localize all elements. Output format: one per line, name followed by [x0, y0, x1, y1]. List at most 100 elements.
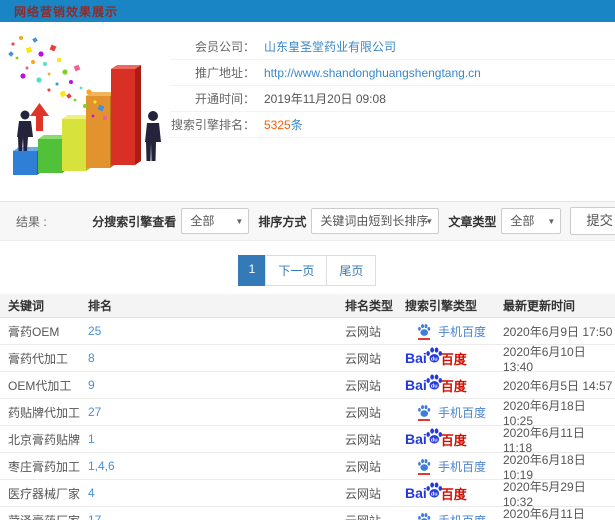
- businessman-right: [145, 111, 161, 161]
- baidu-paw-icon: [418, 323, 431, 336]
- baidu-latin-text: Bai: [405, 431, 427, 447]
- table-row: 枣庄膏药加工 1,4,6 云网站 手机百度 2020年6月18日 10:19: [0, 453, 615, 482]
- baidu-cn-text: 百度: [440, 432, 467, 448]
- rank-link[interactable]: 1: [88, 432, 95, 446]
- baidu-paw-icon: [418, 458, 431, 471]
- updated-cell: 2020年6月9日 17:50: [503, 324, 613, 339]
- sort-select[interactable]: 关键词由短到长排序 ▼: [311, 208, 440, 234]
- mobile-baidu-icon: [417, 458, 432, 475]
- rank-link[interactable]: 25: [88, 324, 101, 338]
- updated-cell: 2020年6月5日 14:57: [503, 378, 613, 393]
- table-body: 膏药OEM 25 云网站 手机百度 2020年6月9日 17:50 膏药代加工 8 云网站 Ba…: [0, 318, 615, 520]
- keyword-cell: 菏泽膏药厂家: [0, 512, 88, 520]
- column-header: 排名: [88, 299, 113, 313]
- mobile-baidu-logo: 手机百度: [417, 404, 486, 421]
- mobile-baidu-text: 手机百度: [438, 459, 487, 474]
- info-label: 搜索引擎排名：: [170, 118, 255, 132]
- mobile-baidu-text: 手机百度: [438, 324, 487, 339]
- keyword-cell: 北京膏药贴牌: [8, 432, 81, 447]
- mobile-baidu-text: 手机百度: [438, 512, 486, 520]
- rank-type-cell: 云网站: [345, 351, 382, 366]
- table-row: 药贴牌代加工 27 云网站 手机百度 2020年6月18日 10:25: [0, 399, 615, 428]
- engine-select[interactable]: 全部 ▼: [181, 208, 250, 234]
- table-row: 医疗器械厂家 4 云网站 Bai du 百度 2020年5月29日 10:32: [0, 480, 615, 509]
- results-table: 关键词 排名 排名类型 搜索引擎类型 最新更新时间 膏药OEM 25 云网站 手机百度 2020…: [0, 294, 615, 520]
- svg-text:du: du: [431, 383, 438, 389]
- mobile-baidu-logo: 手机百度: [417, 458, 486, 475]
- rank-type-cell: 云网站: [345, 432, 382, 447]
- column-header: 关键词: [8, 299, 45, 313]
- rank-type-cell: 云网站: [345, 405, 382, 420]
- rank-type-cell: 云网站: [345, 486, 382, 501]
- table-row: 膏药代加工 8 云网站 Bai du 百度 2020年6月10日 13:40: [0, 344, 615, 374]
- svg-text:du: du: [431, 437, 438, 443]
- chevron-down-icon: ▼: [235, 217, 244, 226]
- rank-count: 5325: [264, 118, 291, 132]
- rank-count-unit: 条: [290, 118, 303, 132]
- page-current[interactable]: 1: [237, 255, 267, 286]
- rank-cell: 17: [88, 513, 345, 520]
- baidu-cn-text: 百度: [440, 378, 467, 394]
- chevron-down-icon: ▼: [425, 217, 434, 226]
- keyword-cell: 膏药OEM: [8, 324, 60, 339]
- table-row: 膏药OEM 25 云网站 手机百度 2020年6月9日 17:50: [0, 318, 615, 345]
- rank-link[interactable]: 17: [88, 513, 101, 520]
- page-next[interactable]: 下一页: [265, 255, 328, 286]
- result-label: 结果 :: [16, 214, 47, 229]
- info-label: 推广地址：: [194, 66, 255, 80]
- baidu-cn-text: 百度: [440, 486, 467, 502]
- rank-type-cell: 云网站: [345, 324, 382, 339]
- filter-bar: 结果 : 分搜索引擎查看 全部 ▼ 排序方式 关键词由短到长排序 ▼ 文章类型 全部…: [0, 201, 615, 241]
- baidu-logo: Bai du 百度: [405, 482, 467, 503]
- info-row: 开通时间： 2019年11月20日 09:08: [170, 86, 615, 112]
- keyword-cell: 膏药代加工: [8, 351, 69, 366]
- article-select[interactable]: 全部 ▼: [501, 208, 562, 234]
- engine-cell: Bai du 百度: [405, 428, 503, 449]
- engine-cell: Bai du 百度: [405, 482, 503, 503]
- svg-text:du: du: [431, 356, 438, 362]
- businessman-left: [17, 110, 33, 151]
- info-panel: 会员公司： 山东皇圣堂药业有限公司 推广地址： http://www.shandong…: [170, 30, 615, 188]
- table-row: 菏泽膏药厂家17 云网站 手机百度 2020年6月11日 11:40: [0, 507, 615, 520]
- info-row: 搜索引擎排名： 5325条: [170, 112, 615, 138]
- keyword-cell: 枣庄膏药加工: [8, 459, 81, 474]
- rank-link[interactable]: 1,4,6: [88, 459, 115, 473]
- info-link[interactable]: http://www.shandonghuangshengtang.cn: [264, 66, 481, 80]
- mobile-baidu-underline: [418, 472, 430, 475]
- bar-chart-illustration: [8, 36, 161, 175]
- updated-cell: 2020年6月10日 13:40: [503, 344, 586, 374]
- info-text: 2019年11月20日 09:08: [264, 92, 386, 106]
- submit-button[interactable]: 提交: [570, 207, 615, 235]
- mobile-baidu-logo: 手机百度: [417, 323, 486, 340]
- updated-cell: 2020年6月11日 11:40: [503, 506, 585, 520]
- rank-link[interactable]: 9: [88, 378, 95, 392]
- rank-cell: 25: [88, 324, 345, 338]
- table-row: 北京膏药贴牌 1 云网站 Bai du 百度 2020年6月11日 11:18: [0, 426, 615, 455]
- mobile-baidu-icon: [417, 404, 432, 421]
- mobile-baidu-icon: [417, 512, 432, 520]
- baidu-latin-text: Bai: [405, 377, 427, 393]
- rank-cell: 8: [88, 351, 345, 365]
- baidu-latin-text: Bai: [405, 350, 427, 366]
- engine-cell: Bai du 百度: [405, 374, 503, 395]
- baidu-latin-text: Bai: [405, 485, 427, 501]
- rank-link[interactable]: 4: [88, 486, 95, 500]
- column-header: 排名类型: [345, 299, 394, 313]
- table-header: 关键词 排名 排名类型 搜索引擎类型 最新更新时间: [0, 294, 615, 318]
- rank-count-value: 5325条: [264, 116, 303, 133]
- engine-filter-label: 分搜索引擎查看: [92, 214, 177, 229]
- baidu-logo: Bai du 百度: [405, 374, 467, 395]
- page-last[interactable]: 尾页: [326, 255, 377, 286]
- bar-red: [111, 65, 141, 165]
- chevron-down-icon: ▼: [547, 217, 556, 226]
- rank-cell: 1: [88, 432, 345, 446]
- rank-link[interactable]: 8: [88, 351, 95, 365]
- baidu-logo: Bai du 百度: [405, 428, 467, 449]
- info-label: 开通时间：: [194, 92, 255, 106]
- rank-type-cell: 云网站: [345, 512, 405, 520]
- info-link[interactable]: 山东皇圣堂药业有限公司: [264, 38, 396, 55]
- rank-link[interactable]: 27: [88, 405, 101, 419]
- rank-type-cell: 云网站: [345, 378, 382, 393]
- rank-cell: 27: [88, 405, 345, 419]
- up-arrow: [30, 103, 49, 131]
